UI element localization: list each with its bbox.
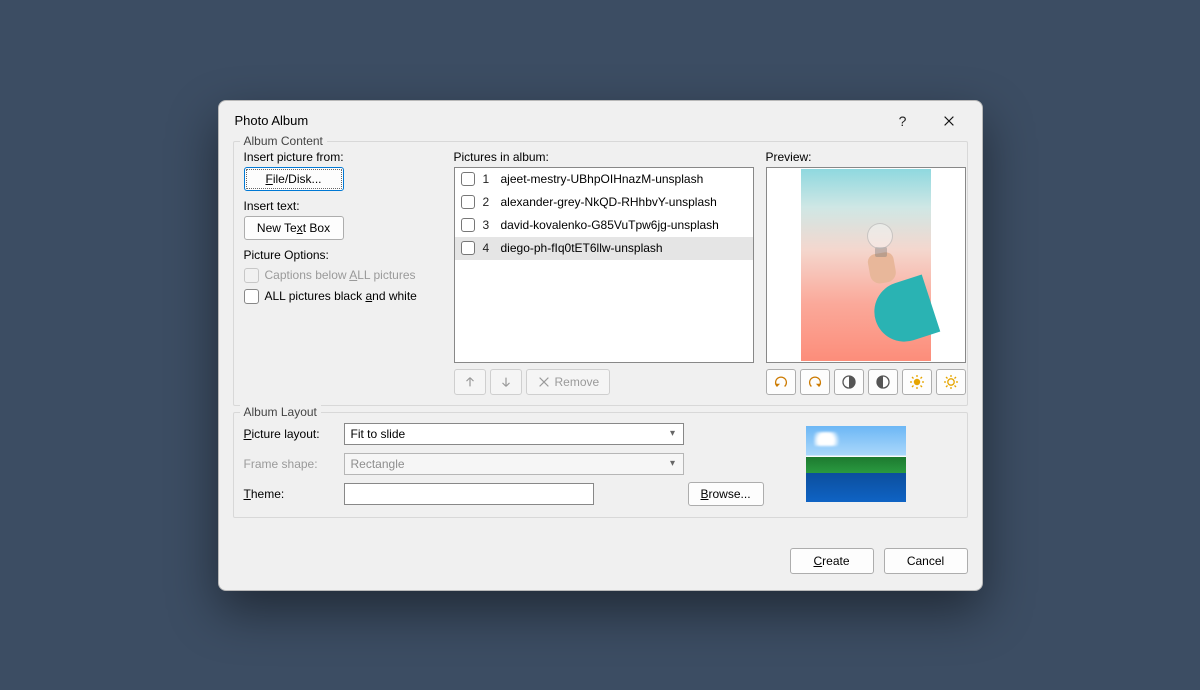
pictures-in-album-label: Pictures in album: bbox=[454, 150, 754, 164]
frame-shape-label: Frame shape: bbox=[244, 457, 340, 471]
row-number: 3 bbox=[483, 218, 493, 232]
preview-column: Preview: bbox=[766, 150, 966, 395]
dialog-footer: Create Cancel bbox=[219, 534, 982, 590]
pictures-listbox[interactable]: 1 ajeet-mestry-UBhpOIHnazM-unsplash 2 alexa… bbox=[454, 167, 754, 363]
album-layout-legend: Album Layout bbox=[240, 405, 321, 419]
contrast-down-button[interactable] bbox=[868, 369, 898, 395]
row-checkbox[interactable] bbox=[461, 241, 475, 255]
close-button[interactable] bbox=[926, 105, 972, 137]
row-checkbox[interactable] bbox=[461, 172, 475, 186]
picture-layout-combo[interactable]: Fit to slide ▾ bbox=[344, 423, 684, 445]
brightness-down-button[interactable] bbox=[936, 369, 966, 395]
list-item[interactable]: 4 diego-ph-fIq0tET6llw-unsplash bbox=[455, 237, 753, 260]
move-down-button bbox=[490, 369, 522, 395]
move-up-button bbox=[454, 369, 486, 395]
pictures-column: Pictures in album: 1 ajeet-mestry-UBhpOIH… bbox=[454, 150, 754, 395]
row-filename: david-kovalenko-G85VuTpw6jg-unsplash bbox=[501, 218, 719, 232]
album-layout-group: Album Layout Picture layout: Fit to slid… bbox=[233, 412, 968, 518]
remove-button: Remove bbox=[526, 369, 611, 395]
list-item[interactable]: 1 ajeet-mestry-UBhpOIHnazM-unsplash bbox=[455, 168, 753, 191]
window-title: Photo Album bbox=[235, 113, 880, 128]
picture-options-label: Picture Options: bbox=[244, 248, 442, 262]
brightness-up-button[interactable] bbox=[902, 369, 932, 395]
cancel-button[interactable]: Cancel bbox=[884, 548, 968, 574]
insert-text-label: Insert text: bbox=[244, 199, 442, 213]
row-number: 2 bbox=[483, 195, 493, 209]
contrast-up-button[interactable] bbox=[834, 369, 864, 395]
list-item[interactable]: 2 alexander-grey-NkQD-RHhbvY-unsplash bbox=[455, 191, 753, 214]
preview-pane bbox=[766, 167, 966, 363]
captions-checkbox bbox=[244, 268, 259, 283]
album-content-group: Album Content Insert picture from: File/… bbox=[233, 141, 968, 406]
rotate-cw-button[interactable] bbox=[800, 369, 830, 395]
rotate-ccw-button[interactable] bbox=[766, 369, 796, 395]
help-button[interactable]: ? bbox=[880, 105, 926, 137]
captions-label: Captions below ALL pictures bbox=[265, 268, 416, 282]
row-filename: diego-ph-fIq0tET6llw-unsplash bbox=[501, 241, 663, 255]
picture-layout-label: Picture layout: bbox=[244, 427, 340, 441]
list-item[interactable]: 3 david-kovalenko-G85VuTpw6jg-unsplash bbox=[455, 214, 753, 237]
theme-label: Theme: bbox=[244, 487, 340, 501]
dialog-content: Album Content Insert picture from: File/… bbox=[219, 141, 982, 534]
insert-picture-from-label: Insert picture from: bbox=[244, 150, 442, 164]
row-filename: alexander-grey-NkQD-RHhbvY-unsplash bbox=[501, 195, 717, 209]
row-checkbox[interactable] bbox=[461, 218, 475, 232]
frame-shape-combo: Rectangle ▾ bbox=[344, 453, 684, 475]
row-checkbox[interactable] bbox=[461, 195, 475, 209]
file-disk-button[interactable]: File/Disk... bbox=[244, 167, 344, 191]
new-text-box-button[interactable]: New Text Box bbox=[244, 216, 344, 240]
row-filename: ajeet-mestry-UBhpOIHnazM-unsplash bbox=[501, 172, 704, 186]
browse-button[interactable]: Browse... bbox=[688, 482, 764, 506]
layout-preview-image bbox=[806, 426, 906, 502]
album-content-legend: Album Content bbox=[240, 134, 327, 148]
chevron-down-icon: ▾ bbox=[665, 458, 681, 469]
album-content-grid: Insert picture from: File/Disk... Insert… bbox=[244, 150, 957, 395]
create-button[interactable]: Create bbox=[790, 548, 874, 574]
insert-controls-column: Insert picture from: File/Disk... Insert… bbox=[244, 150, 442, 395]
chevron-down-icon: ▾ bbox=[665, 428, 681, 439]
bw-checkbox[interactable] bbox=[244, 289, 259, 304]
bw-label: ALL pictures black and white bbox=[265, 289, 417, 303]
preview-image bbox=[801, 169, 931, 361]
titlebar: Photo Album ? bbox=[219, 101, 982, 141]
photo-album-dialog: Photo Album ? Album Content Insert pictu… bbox=[218, 100, 983, 591]
row-number: 4 bbox=[483, 241, 493, 255]
theme-input[interactable] bbox=[344, 483, 594, 505]
preview-label: Preview: bbox=[766, 150, 966, 164]
row-number: 1 bbox=[483, 172, 493, 186]
